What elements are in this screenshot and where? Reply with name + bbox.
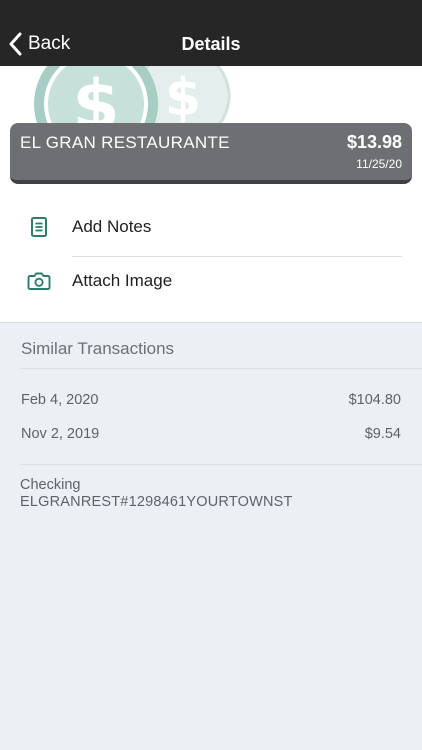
similar-transaction-date: Feb 4, 2020 xyxy=(21,392,99,408)
similar-transactions-heading: Similar Transactions xyxy=(21,339,175,358)
similar-transaction-date: Nov 2, 2019 xyxy=(21,426,100,442)
camera-icon xyxy=(26,268,52,294)
merchant-name: EL GRAN RESTAURANTE xyxy=(20,133,230,152)
notes-icon xyxy=(26,214,52,240)
svg-text:$: $ xyxy=(165,68,201,128)
transaction-amount: $13.98 xyxy=(346,132,402,152)
attach-image-label: Attach Image xyxy=(72,271,173,290)
add-notes-button[interactable]: Add Notes xyxy=(0,200,422,254)
divider xyxy=(20,368,422,369)
account-name: Checking xyxy=(20,477,81,493)
attach-image-button[interactable]: Attach Image xyxy=(0,254,422,308)
transaction-card: EL GRAN RESTAURANTE $13.98 11/25/20 xyxy=(10,123,412,184)
details-panel: $ $ EL GRAN RESTAURANTE $13.98 11/25/20 … xyxy=(0,66,422,323)
transaction-date: 11/25/20 xyxy=(356,157,402,171)
similar-transaction-amount: $104.80 xyxy=(348,392,401,408)
similar-transaction-row[interactable]: Nov 2, 2019 $9.54 xyxy=(0,420,422,448)
similar-transaction-amount: $9.54 xyxy=(364,426,401,442)
similar-transaction-row[interactable]: Feb 4, 2020 $104.80 xyxy=(0,386,422,414)
add-notes-label: Add Notes xyxy=(72,217,152,236)
page-title: Details xyxy=(181,34,241,54)
transaction-description: ELGRANREST#1298461YOURTOWNST xyxy=(20,494,293,510)
nav-bar: Back Details xyxy=(0,0,422,66)
divider xyxy=(20,464,422,465)
